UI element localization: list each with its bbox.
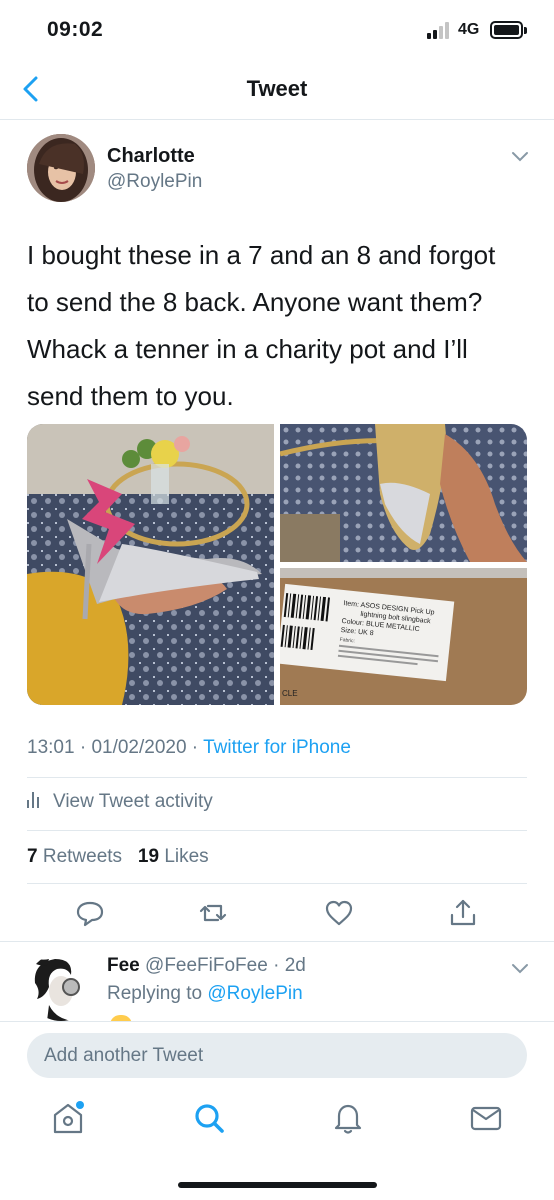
activity-label: View Tweet activity	[53, 791, 213, 812]
reply-avatar[interactable]	[27, 953, 95, 1021]
tweet-menu-button[interactable]	[510, 150, 530, 164]
retweet-icon	[199, 904, 227, 922]
reply-menu-button[interactable]	[510, 962, 530, 976]
photo-shoe-in-hand[interactable]	[27, 424, 274, 705]
label-corner: CLE	[282, 689, 298, 698]
tweet-text: I bought these in a 7 and an 8 and forgo…	[27, 232, 537, 420]
retweets-stat[interactable]: 7 Retweets	[27, 846, 122, 867]
add-tweet-input[interactable]: Add another Tweet	[27, 1033, 527, 1078]
mail-icon	[470, 1106, 502, 1131]
chevron-down-icon	[512, 964, 528, 974]
reply-avatar-photo	[27, 953, 95, 1021]
tweet-date: 01/02/2020	[91, 737, 187, 758]
tab-search[interactable]	[189, 1098, 229, 1138]
replying-to-handle[interactable]: @RoylePin	[207, 983, 302, 1004]
battery-icon	[490, 21, 523, 39]
bell-icon	[334, 1104, 362, 1134]
like-button[interactable]	[322, 896, 356, 930]
retweets-count: 7	[27, 846, 38, 867]
tweet-time: 13:01	[27, 737, 75, 758]
battery-nub	[524, 27, 527, 34]
reply-author-name[interactable]: Fee	[107, 955, 140, 976]
likes-count: 19	[137, 846, 160, 867]
replying-prefix: Replying to	[107, 983, 203, 1004]
reply-header: Fee @FeeFiFoFee · 2d	[107, 955, 306, 976]
status-bar: 09:02 4G	[0, 0, 554, 58]
tweet-text-line: send them to you.	[27, 381, 234, 411]
tweet-text-line: to send the 8 back. Anyone want them?	[27, 287, 483, 317]
retweets-label: Retweets	[42, 846, 123, 867]
status-time: 09:02	[47, 18, 104, 41]
reply-age: 2d	[284, 955, 306, 976]
add-tweet-placeholder: Add another Tweet	[44, 1045, 204, 1066]
author-handle[interactable]: @RoylePin	[107, 171, 202, 193]
home-indicator[interactable]	[178, 1182, 377, 1188]
replying-to: Replying to @RoylePin	[107, 983, 303, 1005]
tab-notifications[interactable]	[328, 1098, 368, 1138]
chevron-down-icon	[512, 152, 528, 162]
nav-bar: Tweet	[0, 58, 554, 120]
tweet-meta: 13:01 · 01/02/2020 · Twitter for iPhone	[27, 737, 351, 758]
page-title: Tweet	[246, 76, 308, 101]
divider	[27, 777, 527, 778]
analytics-icon	[27, 792, 45, 808]
photo-shoe-sole[interactable]	[280, 424, 527, 562]
likes-label: Likes	[164, 846, 209, 867]
tweet-actions	[0, 896, 554, 932]
photo-box-label[interactable]: Item: ASOS DESIGN Pick Up lightning bolt…	[280, 568, 527, 705]
tweet-text-line: I bought these in a 7 and an 8 and forgo…	[27, 240, 496, 270]
signal-icon	[427, 21, 453, 39]
heart-icon	[325, 900, 353, 926]
share-icon	[450, 899, 476, 926]
reply-icon	[76, 901, 104, 927]
tweet-text-line: Whack a tenner in a charity pot and I’ll	[27, 334, 468, 364]
search-icon	[195, 1104, 224, 1133]
avatar-photo	[27, 134, 95, 202]
divider	[27, 830, 527, 831]
reply-author-handle[interactable]: @FeeFiFoFee	[145, 955, 268, 976]
author-name[interactable]: Charlotte	[107, 145, 195, 168]
tweet-source-link[interactable]: Twitter for iPhone	[203, 737, 351, 758]
divider	[27, 883, 527, 884]
new-activity-dot	[76, 1101, 84, 1109]
media-grid: Item: ASOS DESIGN Pick Up lightning bolt…	[27, 424, 527, 705]
share-button[interactable]	[446, 896, 480, 930]
divider	[0, 941, 554, 942]
tab-messages[interactable]	[466, 1098, 506, 1138]
view-activity-link[interactable]: View Tweet activity	[27, 791, 213, 813]
author-avatar[interactable]	[27, 134, 95, 202]
network-type: 4G	[458, 21, 480, 38]
likes-stat[interactable]: 19 Likes	[138, 846, 209, 867]
reply-button[interactable]	[73, 896, 107, 930]
tweet-stats: 7 Retweets 19 Likes	[27, 846, 209, 868]
retweet-button[interactable]	[196, 896, 230, 930]
